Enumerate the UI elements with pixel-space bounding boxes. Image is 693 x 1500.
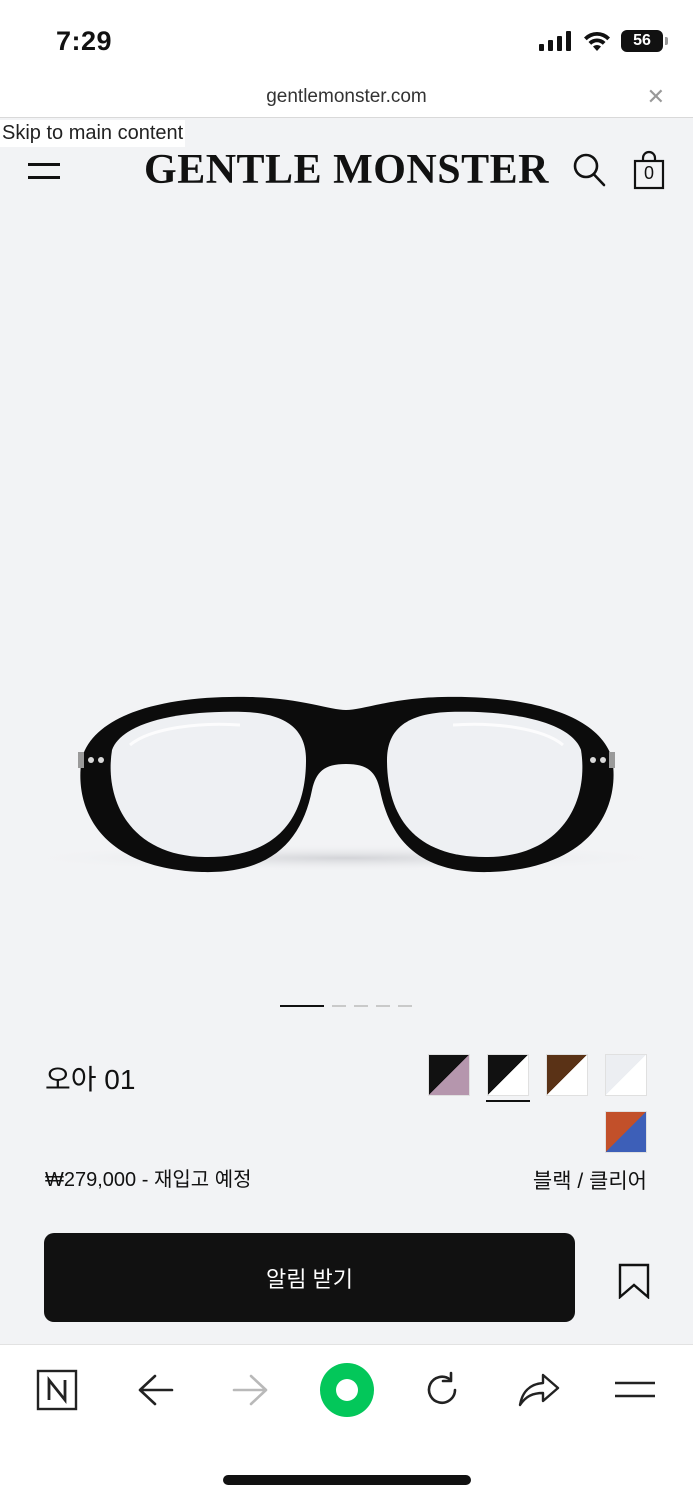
selected-swatch-indicator [486,1100,530,1102]
back-arrow-icon[interactable] [130,1365,180,1415]
share-icon[interactable] [514,1365,564,1415]
status-icons: 56 [539,30,668,52]
menu-icon[interactable] [610,1365,660,1415]
product-name: 오아 01 [45,1064,136,1095]
color-swatch[interactable] [428,1054,470,1096]
cellular-signal-icon [539,31,571,51]
image-pagination[interactable] [280,1005,412,1007]
status-bar: 7:29 56 [0,0,693,78]
status-time: 7:29 [56,26,113,56]
search-icon[interactable] [572,152,606,188]
naver-icon[interactable] [32,1365,82,1415]
green-circle-icon[interactable] [318,1361,376,1419]
pagination-dot[interactable] [354,1005,368,1007]
wifi-icon [584,31,610,51]
shopping-bag-icon[interactable]: 0 [632,150,666,190]
close-icon[interactable]: ✕ [647,84,665,110]
bookmark-icon[interactable] [618,1263,650,1299]
pagination-dot[interactable] [376,1005,390,1007]
home-indicator[interactable] [223,1475,471,1485]
color-swatch[interactable] [605,1054,647,1096]
skip-to-main-link[interactable]: Skip to main content [0,120,186,147]
color-swatch[interactable] [605,1111,647,1153]
notify-me-button[interactable]: 알림 받기 [44,1233,575,1322]
product-price: ₩279,000 - 재입고 예정 [45,1169,252,1191]
color-swatch[interactable] [487,1054,529,1096]
pagination-dot[interactable] [398,1005,412,1007]
forward-arrow-icon[interactable] [226,1365,276,1415]
battery-level: 56 [633,32,651,49]
url-text[interactable]: gentlemonster.com [0,86,693,108]
product-image[interactable] [0,640,693,900]
battery-icon: 56 [621,30,668,52]
url-bar[interactable]: gentlemonster.com ✕ [0,78,693,118]
color-swatch[interactable] [546,1054,588,1096]
bag-count: 0 [643,163,654,183]
selected-color-name: 블랙 / 클리어 [532,1170,647,1193]
reload-icon[interactable] [417,1365,467,1415]
pagination-dot-active[interactable] [280,1005,324,1007]
pagination-dot[interactable] [332,1005,346,1007]
